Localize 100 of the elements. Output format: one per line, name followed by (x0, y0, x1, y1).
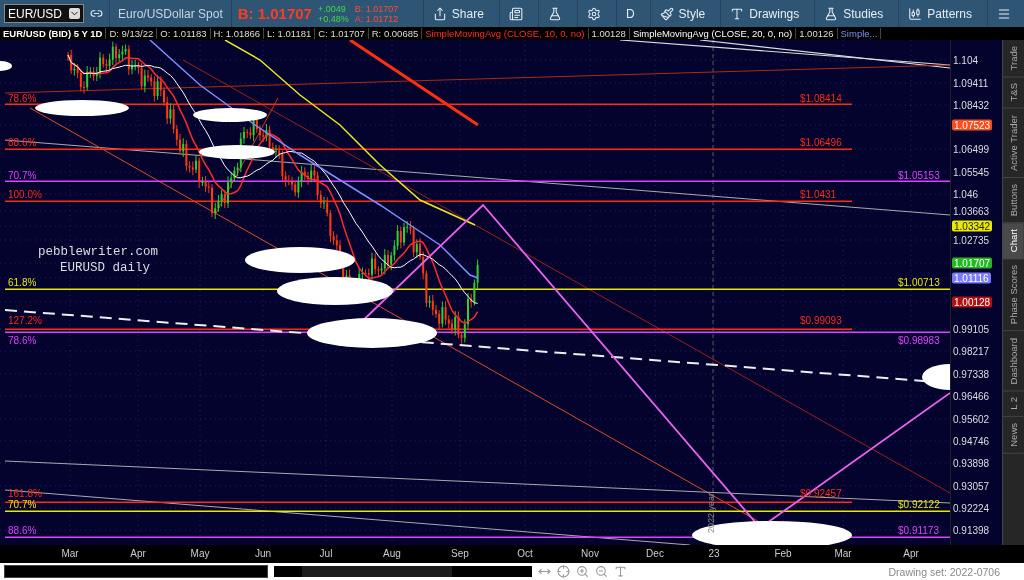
side-tab[interactable]: L 2 (1003, 391, 1024, 417)
price-tick: 0.91398 (953, 524, 990, 536)
month-label: May (190, 548, 210, 559)
price-tick: 0.94746 (953, 435, 990, 447)
month-label: Feb (774, 548, 792, 559)
fibonacci-price-label: $0.91173 (898, 525, 939, 536)
study-label: SimpleMovingAvg (CLOSE, 20, 0, no) (629, 28, 797, 39)
ohlc-value: R: 0.00685 (368, 28, 423, 39)
price-tick: 0.97338 (953, 368, 990, 380)
link-icon[interactable] (90, 7, 103, 20)
fibonacci-price-label: $0.99093 (800, 315, 842, 326)
month-label: Nov (581, 548, 599, 559)
price-tick: 1.06499 (953, 143, 990, 155)
price-tick: 1.02735 (953, 234, 990, 246)
study-value: 1.00128 (588, 28, 630, 39)
price-tick: 1.046 (953, 188, 979, 200)
price-tick: 0.96466 (953, 390, 990, 402)
side-tab[interactable]: T&S (1003, 77, 1024, 109)
newspaper-icon (508, 6, 523, 21)
fibonacci-percent-label: 78.6% (8, 93, 37, 104)
side-tab[interactable]: Trade (1003, 40, 1024, 78)
drawing-set-label: Drawing set: 2022-0706 (888, 565, 1000, 578)
ohlc-value: H: 1.01866 (210, 28, 265, 39)
fibonacci-percent-label: 88.6% (8, 137, 37, 148)
menu-icon (997, 6, 1011, 21)
price-tick: 0.93057 (953, 480, 990, 492)
month-label: Jun (254, 548, 272, 559)
month-label: Apr (903, 548, 919, 559)
fibonacci-price-label: $1.0431 (800, 189, 837, 200)
month-label: Jul (319, 548, 333, 559)
zoom-out-icon[interactable] (595, 565, 608, 578)
side-tab[interactable]: News (1003, 416, 1024, 454)
scrollbar[interactable] (274, 566, 532, 577)
fibonacci-percent-label: 61.8% (8, 277, 37, 288)
price-tick: 1.104 (953, 54, 979, 66)
share-icon (432, 6, 447, 21)
fibonacci-price-label: $1.08414 (800, 93, 842, 104)
price-tick: 0.95602 (953, 413, 990, 425)
flask-icon (824, 6, 839, 21)
price-tag: 1.00128 (952, 296, 993, 308)
month-label: Mar (61, 548, 79, 559)
price-tick: 0.98217 (953, 345, 990, 357)
chart-title: EUR/USD (BID) 5 Y 1D (0, 28, 107, 39)
price-tick: 1.03663 (953, 205, 990, 217)
study-label: SimpleMovingAvg (CLOSE, 10, 0, no) (422, 28, 589, 39)
study-label: Simple... (837, 28, 882, 39)
last-price: B: 1.01707 (237, 5, 312, 22)
month-label: Aug (383, 548, 401, 559)
text-icon[interactable] (614, 565, 627, 578)
fibonacci-price-label: $1.06496 (800, 137, 842, 148)
year-label: 2022 year (706, 492, 716, 533)
fibonacci-price-label: $0.98983 (898, 335, 940, 346)
net-change: +.0049 (317, 3, 347, 14)
month-label: Apr (130, 548, 146, 559)
fibonacci-percent-label: 161.8% (8, 488, 42, 499)
percent-change: +0.48% (317, 13, 349, 24)
side-tab[interactable]: Active Trader (1003, 108, 1024, 178)
zoom-in-icon[interactable] (576, 565, 589, 578)
ask-price: A: 1.01712 (354, 13, 399, 24)
scroll-thumb[interactable] (302, 566, 452, 577)
price-tick: 1.08432 (953, 99, 990, 111)
price-tick: 1.09411 (953, 77, 989, 89)
month-label: Mar (834, 548, 852, 559)
settings-icon (586, 6, 601, 21)
price-tag: 1.07523 (952, 119, 993, 131)
bid-price: B: 1.01707 (354, 3, 399, 14)
price-tag: 1.01116 (952, 272, 991, 284)
fibonacci-price-label: $1.00713 (898, 277, 940, 288)
pattern-icon (908, 6, 923, 21)
crosshair-icon[interactable] (557, 565, 570, 578)
fibonacci-percent-label: 70.7% (8, 170, 37, 181)
fibonacci-percent-label: 78.6% (8, 335, 37, 346)
month-label: Oct (517, 548, 533, 559)
ohlc-value: L: 1.01181 (264, 28, 316, 39)
study-value: 1.00126 (796, 28, 838, 39)
caret-icon (69, 8, 80, 19)
month-label: Sep (451, 548, 469, 559)
ohlc-value: D: 9/13/22 (106, 28, 158, 39)
price-tick: 0.92224 (953, 502, 990, 514)
side-tab[interactable]: Dashboard (1003, 331, 1024, 391)
price-tag: 1.01707 (952, 257, 993, 269)
chart-note: EURUSD daily (60, 261, 150, 275)
symbol-selector[interactable]: EUR/USD (4, 4, 84, 23)
price-tag: 1.03342 (952, 220, 993, 232)
ohlc-value: O: 1.01183 (157, 28, 211, 39)
side-tab[interactable]: Phase Scores (1003, 259, 1024, 332)
side-tab[interactable]: Chart (1003, 223, 1024, 260)
fibonacci-price-label: $0.92122 (898, 499, 940, 510)
month-label: Dec (646, 548, 664, 559)
price-tick: 0.93898 (953, 457, 990, 469)
ohlc-value: C: 1.01707 (315, 28, 369, 39)
brush-icon (659, 6, 674, 21)
fibonacci-percent-label: 88.6% (8, 525, 37, 536)
side-tab[interactable]: Buttons (1003, 177, 1024, 224)
fibonacci-percent-label: 127.2% (8, 315, 42, 326)
fibonacci-price-label: $1.05153 (898, 170, 940, 181)
price-tick: 0.99105 (953, 323, 990, 335)
chart-note: pebblewriter.com (38, 245, 159, 259)
flask-icon (547, 6, 562, 21)
fibonacci-percent-label: 100.0% (8, 189, 42, 200)
